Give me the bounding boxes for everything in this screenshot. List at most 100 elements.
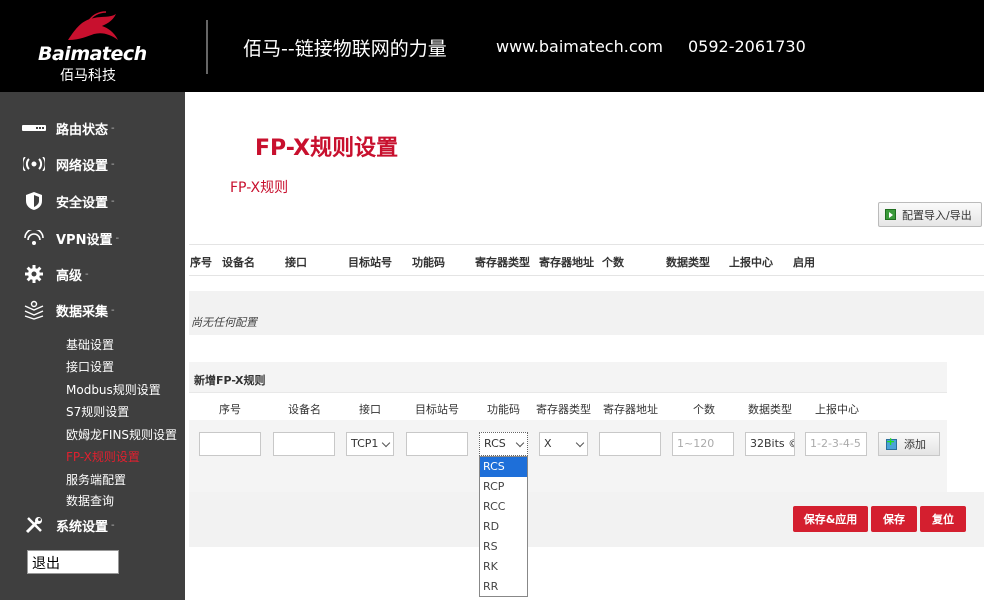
sidebar-subitem-basic[interactable]: 基础设置 [66,336,114,353]
register-address-input[interactable] [599,432,661,456]
brand-logo: Baimatech 佰马科技 [30,10,147,84]
header-phone: 0592-2061730 [688,37,806,56]
sidebar-item-label: 数据采集 [56,304,109,320]
chevron-down-icon: - [111,195,115,207]
sidebar-item-security[interactable]: 安全设置 - [22,190,115,212]
chevron-down-icon: - [85,268,89,280]
chevron-down-icon: - [111,158,115,170]
column-header: 寄存器地址 [603,403,658,416]
column-header: 数据类型 [666,256,710,269]
add-rule-button[interactable]: 添加 [878,432,940,456]
sidebar-item-label: 高级 [56,268,83,284]
column-header: 功能码 [412,256,445,269]
vpn-icon [22,228,46,248]
import-export-button[interactable]: 配置导入/导出 [878,202,982,227]
column-header: 寄存器类型 [536,403,591,416]
column-header: 寄存器地址 [539,256,594,269]
reset-button[interactable]: 复位 [920,506,966,532]
sidebar-item-advanced[interactable]: 高级 - [22,263,89,285]
new-rule-header-row: 序号 设备名 接口 目标站号 功能码 寄存器类型 寄存器地址 个数 数据类型 上… [189,392,947,420]
sidebar-subitem-omron-fins[interactable]: 欧姆龙FINS规则设置 [66,426,177,443]
index-input[interactable] [199,432,261,456]
sidebar-item-label: VPN设置 [56,232,113,248]
sidebar-item-label: 网络设置 [56,158,109,174]
save-apply-button[interactable]: 保存&应用 [793,506,868,532]
sidebar-item-system[interactable]: 系统设置 - [22,514,115,536]
save-button[interactable]: 保存 [871,506,917,532]
import-export-label: 配置导入/导出 [902,208,972,222]
sidebar-item-label: 系统设置 [56,519,109,535]
column-header: 接口 [285,256,307,269]
page-title: FP-X规则设置 [255,136,399,161]
logout-button[interactable]: 退出 [27,550,119,574]
data-collect-icon [22,300,46,320]
sidebar-item-router-status[interactable]: 路由状态 - [22,117,115,139]
sidebar-item-network[interactable]: 网络设置 - [22,153,115,175]
dropdown-option-rs[interactable]: RS [480,537,527,557]
sidebar-item-vpn[interactable]: VPN设置 - [22,227,119,249]
column-header: 设备名 [222,256,255,269]
logo-text-cn: 佰马科技 [60,68,116,84]
column-header: 数据类型 [748,403,792,416]
header-divider [206,20,208,74]
column-header: 上报中心 [815,403,859,416]
empty-message: 尚无任何配置 [191,316,257,329]
top-header: Baimatech 佰马科技 佰马--链接物联网的力量 www.baimatec… [0,0,984,92]
column-header: 目标站号 [415,403,459,416]
chevron-down-icon: - [111,122,115,134]
main-content: FP-X规则设置 FP-X规则 配置导入/导出 序号 设备名 接口 目标站号 功… [185,92,984,600]
gear-icon [22,264,46,284]
sidebar: 路由状态 - 网络设置 - 安全设置 - VPN设置 - 高级 - 数据采集 - [0,92,185,600]
import-export-icon [885,209,896,220]
interface-select[interactable]: TCP1 [346,432,394,456]
column-header: 目标站号 [348,256,392,269]
column-header: 功能码 [487,403,520,416]
dropdown-option-rk[interactable]: RK [480,557,527,577]
function-code-dropdown: RCS RCP RCC RD RS RK RR [479,456,528,597]
header-slogan: 佰马--链接物联网的力量 [243,38,447,60]
sidebar-subitem-modbus[interactable]: Modbus规则设置 [66,381,161,398]
wireless-icon [22,154,46,174]
column-header: 个数 [693,403,715,416]
column-header: 序号 [190,256,212,269]
router-icon [22,118,46,138]
chevron-down-icon: - [111,304,115,316]
new-rule-input-row: TCP1 RCS X 1~120 32Bits © 1-2-3-4-5 添加 [189,420,947,464]
sidebar-subitem-fpx[interactable]: FP-X规则设置 [66,448,140,465]
sidebar-item-data-collect[interactable]: 数据采集 - [22,299,115,321]
function-code-select[interactable]: RCS [479,432,528,456]
column-header: 设备名 [288,403,321,416]
column-header: 序号 [219,403,241,416]
register-type-select[interactable]: X [539,432,588,456]
rules-table-header: 序号 设备名 接口 目标站号 功能码 寄存器类型 寄存器地址 个数 数据类型 上… [189,244,984,276]
column-header: 接口 [359,403,381,416]
report-center-input[interactable]: 1-2-3-4-5 [805,432,867,456]
column-header: 个数 [602,256,624,269]
sidebar-subitem-s7[interactable]: S7规则设置 [66,403,129,420]
add-icon [886,435,897,450]
count-input[interactable]: 1~120 [672,432,734,456]
dropdown-option-rcc[interactable]: RCC [480,497,527,517]
dropdown-option-rd[interactable]: RD [480,517,527,537]
data-type-select[interactable]: 32Bits © [745,432,795,456]
target-station-input[interactable] [406,432,468,456]
new-rule-title: 新增FP-X规则 [194,374,266,387]
new-rule-section: 新增FP-X规则 序号 设备名 接口 目标站号 功能码 寄存器类型 寄存器地址 … [189,362,947,492]
device-name-input[interactable] [273,432,335,456]
sidebar-subitem-server[interactable]: 服务端配置 [66,471,126,488]
column-header: 寄存器类型 [475,256,530,269]
dropdown-option-rcs[interactable]: RCS [480,457,527,477]
sidebar-subitem-interface[interactable]: 接口设置 [66,358,114,375]
action-bar: 保存&应用 保存 复位 [189,492,984,547]
chevron-down-icon: - [115,232,120,244]
sidebar-subitem-data-query[interactable]: 数据查询 [66,492,114,509]
add-rule-label: 添加 [904,438,926,451]
column-header: 上报中心 [729,256,773,269]
dropdown-option-rr[interactable]: RR [480,577,527,597]
dropdown-option-rcp[interactable]: RCP [480,477,527,497]
chevron-down-icon: - [111,519,115,531]
header-website: www.baimatech.com [496,37,663,56]
tools-icon [22,515,46,535]
section-title: FP-X规则 [230,180,289,196]
shield-icon [22,191,46,211]
